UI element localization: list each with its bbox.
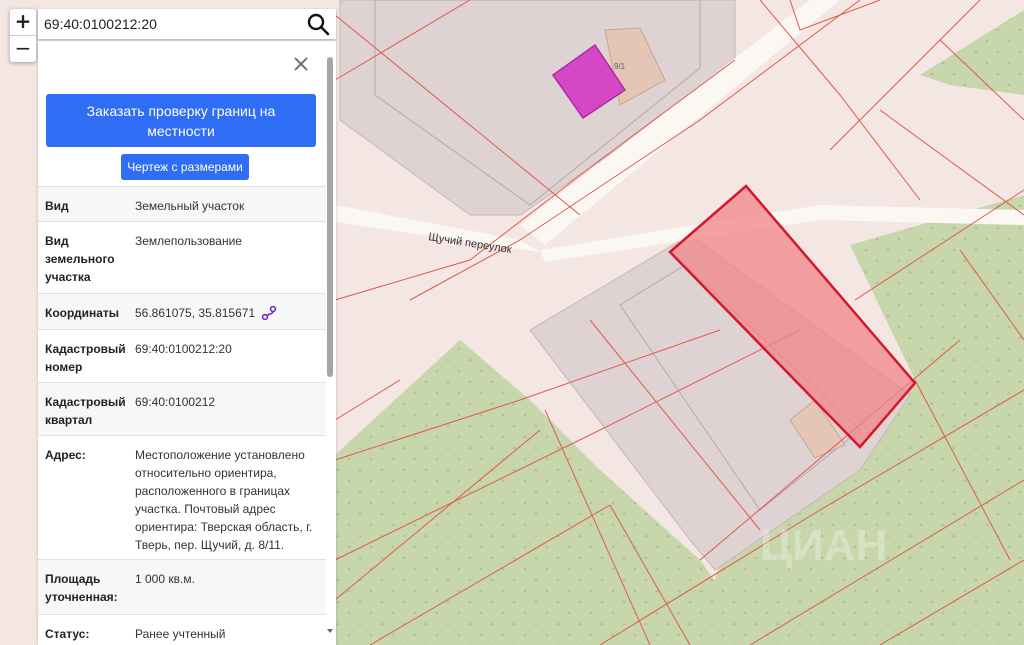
- building-number: 9/1: [614, 62, 626, 71]
- row-label: Адрес:: [45, 448, 86, 462]
- order-boundary-check-button[interactable]: Заказать проверку границ на местности: [46, 94, 316, 147]
- coordinates-value[interactable]: 56.861075, 35.815671: [135, 306, 255, 320]
- info-row-status: Статус: Ранее учтенный: [38, 614, 326, 645]
- row-label: Координаты: [45, 306, 120, 320]
- row-label: Кадастровый квартал: [45, 395, 126, 427]
- drawing-with-dimensions-button[interactable]: Чертеж с размерами: [121, 154, 249, 180]
- zoom-out-button[interactable]: −: [10, 36, 36, 62]
- search-input[interactable]: [38, 9, 306, 39]
- close-icon[interactable]: [292, 55, 310, 73]
- zoom-in-button[interactable]: +: [10, 9, 36, 36]
- search-box: [38, 9, 336, 39]
- scroll-down-arrow-icon[interactable]: [326, 627, 334, 635]
- row-value: Землепользование: [135, 234, 242, 248]
- row-value-wrap: 56.861075, 35.815671: [135, 304, 326, 329]
- row-value: Земельный участок: [135, 199, 245, 213]
- watermark: ЦИАН: [760, 521, 887, 570]
- row-value: Ранее учтенный: [135, 627, 226, 641]
- scroll-thumb[interactable]: [327, 57, 333, 377]
- panel-scrollbar[interactable]: [324, 41, 336, 645]
- info-row-cadastral-quarter: Кадастровый квартал 69:40:0100212: [38, 382, 326, 435]
- row-value: 69:40:0100212: [135, 395, 216, 409]
- row-label: Статус:: [45, 627, 90, 641]
- row-label: Площадь уточненная:: [45, 572, 118, 604]
- zoom-control: + −: [10, 9, 36, 62]
- row-value: Местоположение установлено относительно …: [135, 448, 313, 552]
- row-label: Кадастровый номер: [45, 342, 126, 374]
- info-row-cadastral-number: Кадастровый номер 69:40:0100212:20: [38, 329, 326, 382]
- route-icon[interactable]: [261, 306, 277, 320]
- info-row-area: Площадь уточненная: 1 000 кв.м.: [38, 559, 326, 614]
- info-row-coordinates: Координаты 56.861075, 35.815671: [38, 293, 326, 329]
- info-row-address: Адрес: Местоположение установлено относи…: [38, 435, 326, 559]
- info-table: Вид Земельный участок Вид земельного уча…: [38, 186, 326, 645]
- row-value: 69:40:0100212:20: [135, 342, 232, 356]
- row-label: Вид земельного участка: [45, 234, 115, 284]
- info-row-type: Вид Земельный участок: [38, 186, 326, 221]
- row-value: 1 000 кв.м.: [135, 572, 195, 586]
- search-icon[interactable]: [306, 12, 330, 36]
- row-label: Вид: [45, 199, 69, 213]
- info-row-land-type: Вид земельного участка Землепользование: [38, 221, 326, 293]
- parcel-info-panel: Заказать проверку границ на местности Че…: [38, 41, 336, 645]
